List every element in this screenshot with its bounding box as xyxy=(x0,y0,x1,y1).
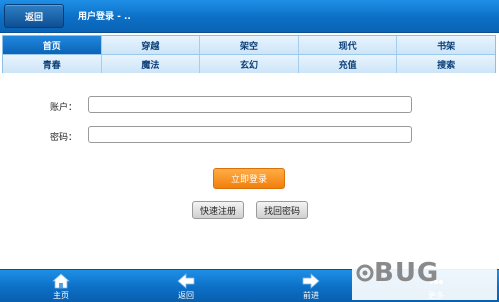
arrow-right-icon xyxy=(302,273,320,289)
recover-password-button[interactable]: 找回密码 xyxy=(256,201,308,219)
page-title: 用户登录 - .. xyxy=(78,12,131,22)
nav-item-qingchun[interactable]: 青春 xyxy=(3,55,102,73)
password-input[interactable] xyxy=(88,126,412,143)
nav-item-recharge[interactable]: 充值 xyxy=(298,55,398,73)
nav-item-home[interactable]: 首页 xyxy=(3,36,102,54)
nav-item-xuanhuan[interactable]: 玄幻 xyxy=(200,55,299,73)
nav-item-search[interactable]: 搜索 xyxy=(397,55,495,73)
category-nav: 首页 穿越 架空 现代 书架 青春 魔法 玄幻 充值 搜索 xyxy=(2,35,496,73)
nav-item-mofa[interactable]: 魔法 xyxy=(101,55,201,73)
login-button[interactable]: 立即登录 xyxy=(213,168,285,189)
toolbar-back-label: 返回 xyxy=(178,291,194,300)
toolbar-back[interactable]: 返回 xyxy=(156,273,216,301)
nav-item-xiandai[interactable]: 现代 xyxy=(298,36,398,54)
nav-item-jiakong[interactable]: 架空 xyxy=(200,36,299,54)
toolbar-home-label: 主页 xyxy=(53,291,69,300)
nav-item-bookshelf[interactable]: 书架 xyxy=(397,36,495,54)
logo-icon xyxy=(356,264,374,282)
nav-row-2: 青春 魔法 玄幻 充值 搜索 xyxy=(3,54,495,73)
password-label: 密码： xyxy=(50,133,78,143)
nav-row-1: 首页 穿越 架空 现代 书架 xyxy=(3,36,495,54)
account-label: 账户： xyxy=(50,103,78,113)
back-button[interactable]: 返回 xyxy=(4,4,64,28)
nav-item-chuanyue[interactable]: 穿越 xyxy=(101,36,201,54)
home-icon xyxy=(52,273,70,289)
toolbar-forward[interactable]: 前进 xyxy=(281,273,341,301)
quick-register-button[interactable]: 快速注册 xyxy=(192,201,244,219)
toolbar-home[interactable]: 主页 xyxy=(31,273,91,301)
arrow-left-icon xyxy=(177,273,195,289)
watermark-logo: BUG xyxy=(356,258,439,288)
account-input[interactable] xyxy=(88,96,412,113)
header-bar: 返回 用户登录 - .. xyxy=(0,0,499,33)
toolbar-forward-label: 前进 xyxy=(303,291,319,300)
